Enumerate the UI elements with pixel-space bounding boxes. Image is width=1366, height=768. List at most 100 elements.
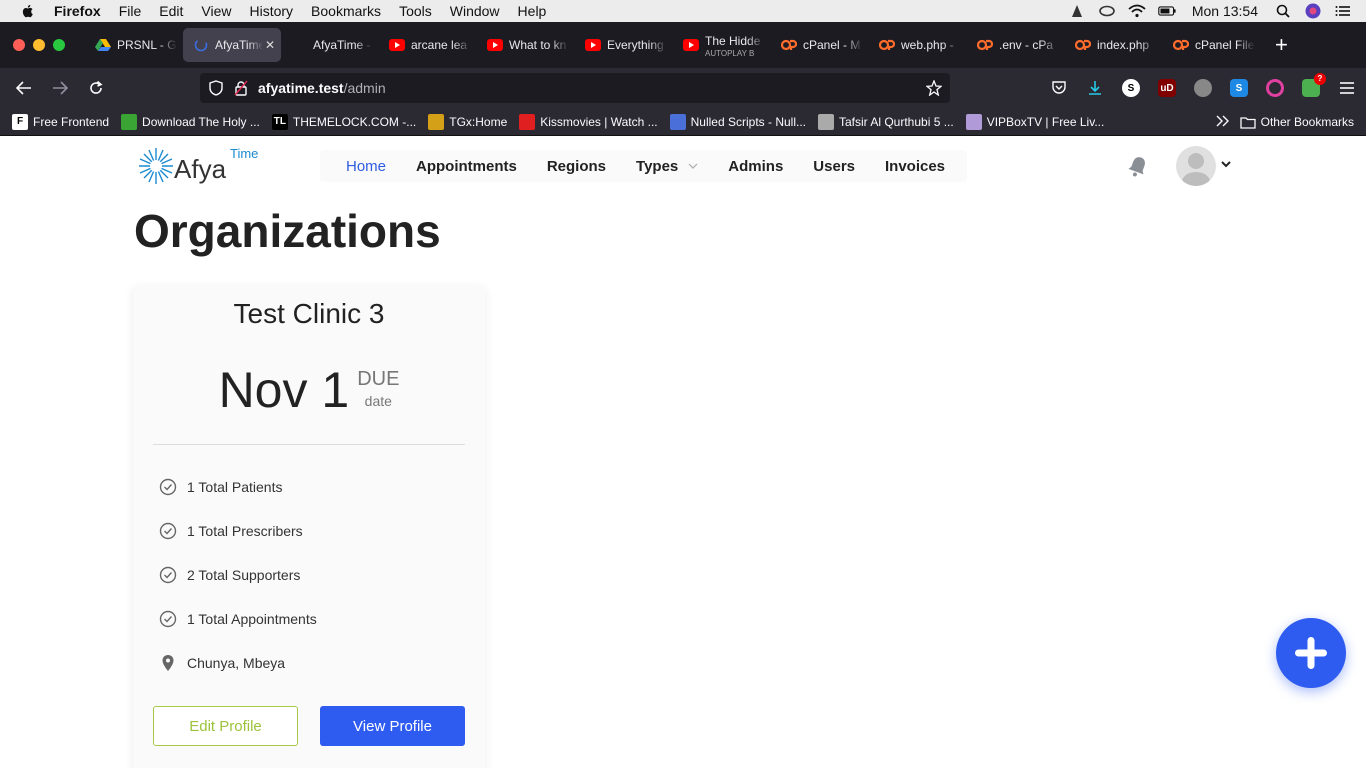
check-circle-icon <box>159 610 177 628</box>
control-center-icon[interactable] <box>1334 4 1352 18</box>
tab-10[interactable]: index.php <box>1065 28 1163 62</box>
tracking-protection-shield-icon[interactable] <box>208 80 224 96</box>
siri-icon[interactable] <box>1304 3 1322 19</box>
battery-icon[interactable] <box>1158 4 1176 18</box>
menu-history[interactable]: History <box>249 3 293 19</box>
insecure-lock-icon[interactable] <box>234 80 248 96</box>
menu-firefox[interactable]: Firefox <box>54 3 101 19</box>
close-tab-icon[interactable]: ✕ <box>265 38 275 52</box>
organization-card: Test Clinic 3 Nov 1 DUE date 1 Total Pat… <box>133 286 485 768</box>
tab-9[interactable]: .env - cPa <box>967 28 1065 62</box>
forward-button[interactable] <box>42 73 78 103</box>
main-navigation: Home Appointments Regions Types Admins U… <box>320 150 968 182</box>
bookmark-item[interactable]: Download The Holy ... <box>121 113 260 130</box>
bookmark-item[interactable]: Tafsir Al Qurthubi 5 ... <box>818 113 954 130</box>
back-button[interactable] <box>6 73 42 103</box>
tab-1[interactable]: AfyaTime ✕ <box>183 28 281 62</box>
bookmark-item[interactable]: Kissmovies | Watch ... <box>519 113 658 130</box>
bookmark-item[interactable]: F Free Frontend <box>12 113 109 130</box>
bookmarks-overflow-chevron-icon[interactable] <box>1216 115 1230 130</box>
spotlight-search-icon[interactable] <box>1274 4 1292 18</box>
vlc-icon[interactable] <box>1068 4 1086 18</box>
zoom-window-button[interactable] <box>53 39 65 51</box>
ublock-origin-icon[interactable]: uD <box>1158 79 1176 97</box>
user-avatar[interactable] <box>1176 146 1216 186</box>
tab-8[interactable]: web.php - <box>869 28 967 62</box>
edit-profile-button[interactable]: Edit Profile <box>153 706 298 746</box>
menu-help[interactable]: Help <box>518 3 547 19</box>
menu-tools[interactable]: Tools <box>399 3 432 19</box>
stat-label: 1 Total Appointments <box>187 611 317 627</box>
stat-total-patients: 1 Total Patients <box>159 478 282 496</box>
tab-0[interactable]: PRSNL - G <box>85 28 183 62</box>
nav-admins[interactable]: Admins <box>728 158 783 175</box>
menu-bookmarks[interactable]: Bookmarks <box>311 3 381 19</box>
bookmark-item[interactable]: TL THEMELOCK.COM -... <box>271 113 416 130</box>
stat-total-appointments: 1 Total Appointments <box>159 610 317 628</box>
organization-location: Chunya, Mbeya <box>159 654 285 672</box>
tab-title: web.php - <box>901 38 954 52</box>
tab-7[interactable]: cPanel - M <box>771 28 869 62</box>
bookmark-label: Nulled Scripts - Null... <box>690 114 806 129</box>
view-profile-button[interactable]: View Profile <box>320 706 465 746</box>
bookmark-item[interactable]: VIPBoxTV | Free Liv... <box>965 113 1104 130</box>
avatar-chevron-down-icon[interactable] <box>1220 158 1232 170</box>
nav-invoices[interactable]: Invoices <box>885 158 945 175</box>
bookmark-item[interactable]: Nulled Scripts - Null... <box>669 113 806 130</box>
reload-button[interactable] <box>78 73 114 103</box>
new-tab-button[interactable]: + <box>1275 32 1288 58</box>
hamburger-menu-icon[interactable] <box>1338 79 1356 97</box>
tab-title: cPanel File <box>1195 38 1255 52</box>
page-title: Organizations <box>134 205 441 257</box>
tab-4[interactable]: What to kn <box>477 28 575 62</box>
tab-11[interactable]: cPanel File <box>1163 28 1261 62</box>
cpanel-icon <box>781 38 797 52</box>
other-bookmarks-folder[interactable]: Other Bookmarks <box>1239 115 1354 129</box>
tab-title: AfyaTime <box>215 38 263 52</box>
menu-file[interactable]: File <box>119 3 142 19</box>
due-date-block: Nov 1 DUE date <box>133 360 485 420</box>
menu-view[interactable]: View <box>201 3 231 19</box>
bookmark-label: Tafsir Al Qurthubi 5 ... <box>839 114 954 129</box>
tab-title: What to kn <box>509 38 567 52</box>
afyatime-logo[interactable]: Afya Time <box>138 146 268 186</box>
close-window-button[interactable] <box>13 39 25 51</box>
bookmark-favicon-icon <box>669 113 686 130</box>
bookmark-star-icon[interactable] <box>926 80 942 96</box>
url-path: /admin <box>343 80 386 96</box>
bookmark-favicon-icon <box>428 113 445 130</box>
s-extension-icon[interactable]: S <box>1230 79 1248 97</box>
nav-types[interactable]: Types <box>636 158 698 175</box>
pocket-icon[interactable] <box>1050 79 1068 97</box>
cpanel-icon <box>1173 38 1189 52</box>
creative-cloud-icon[interactable] <box>1098 4 1116 18</box>
nav-appointments[interactable]: Appointments <box>416 158 517 175</box>
add-fab-button[interactable] <box>1276 618 1346 688</box>
menu-edit[interactable]: Edit <box>159 3 183 19</box>
nav-users[interactable]: Users <box>813 158 855 175</box>
download-helper-icon[interactable]: ? <box>1302 73 1326 97</box>
notification-bell-icon[interactable] <box>1126 154 1150 178</box>
address-bar[interactable]: afyatime.test/admin <box>200 73 950 103</box>
globe-extension-icon[interactable] <box>1194 79 1212 97</box>
color-picker-extension-icon[interactable] <box>1266 79 1284 97</box>
tab-3[interactable]: arcane lea <box>379 28 477 62</box>
nav-regions[interactable]: Regions <box>547 158 606 175</box>
skype-extension-icon[interactable]: S <box>1122 79 1140 97</box>
bookmark-item[interactable]: TGx:Home <box>428 113 507 130</box>
nav-home[interactable]: Home <box>346 158 386 175</box>
cpanel-icon <box>977 38 993 52</box>
tab-6[interactable]: The Hidde AUTOPLAY B <box>673 28 771 62</box>
menu-bar-clock[interactable]: Mon 13:54 <box>1192 3 1258 19</box>
downloads-icon[interactable] <box>1086 79 1104 97</box>
minimize-window-button[interactable] <box>33 39 45 51</box>
wifi-icon[interactable] <box>1128 4 1146 18</box>
apple-logo-icon[interactable] <box>20 3 36 19</box>
notification-badge: ? <box>1314 73 1326 85</box>
loading-icon <box>193 38 209 52</box>
tab-2[interactable]: AfyaTime - Pat <box>281 28 379 62</box>
menu-window[interactable]: Window <box>450 3 500 19</box>
bookmark-favicon-icon <box>818 113 834 130</box>
tab-5[interactable]: Everything <box>575 28 673 62</box>
bookmark-favicon-icon <box>965 113 982 130</box>
